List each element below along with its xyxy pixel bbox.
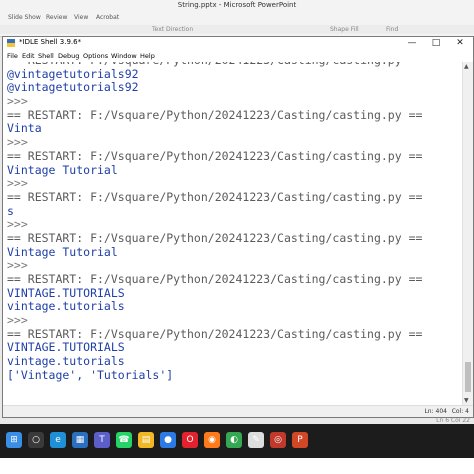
prompt-line: >>> — [7, 176, 28, 191]
restart-line: == RESTART: F:/Vsquare/Python/20241223/C… — [7, 189, 423, 204]
output-line: VINTAGE.TUTORIALS — [7, 340, 125, 355]
menu-help[interactable]: Help — [140, 52, 155, 60]
scroll-up-icon[interactable]: ▲ — [464, 63, 469, 70]
ribbon-find[interactable]: Find — [386, 26, 398, 33]
menu-file[interactable]: File — [7, 52, 18, 60]
idle-window-title: *IDLE Shell 3.9.6* — [19, 38, 82, 46]
scroll-down-icon[interactable]: ▼ — [464, 397, 469, 404]
output-line: vintage.tutorials — [7, 354, 125, 369]
store-icon[interactable]: ▦ — [72, 432, 88, 448]
edge-icon[interactable]: e — [50, 432, 66, 448]
restart-line: == RESTART: F:/Vsquare/Python/20241223/C… — [7, 107, 423, 122]
ribbon-text-direction[interactable]: Text Direction — [152, 26, 193, 33]
status-column-number: Col: 4 — [451, 408, 469, 415]
restart-line: == RESTART: F:/Vsquare/Python/20241223/C… — [7, 272, 423, 286]
ribbon-tab-slide-show[interactable]: Slide Show — [8, 14, 41, 21]
menu-window[interactable]: Window — [111, 52, 137, 60]
scroll-thumb[interactable] — [465, 362, 471, 392]
shell-lines: == RESTART: F:/Vsquare/Python/20241223/C… — [7, 62, 422, 383]
chrome-blue-icon[interactable]: ● — [160, 432, 176, 448]
restart-line: == RESTART: F:/Vsquare/Python/20241223/C… — [7, 326, 423, 341]
idle-icon[interactable]: ✎ — [248, 432, 264, 448]
opera-icon[interactable]: O — [182, 432, 198, 448]
whatsapp-icon[interactable]: ☎ — [116, 432, 132, 448]
vertical-scrollbar[interactable]: ▲ ▼ — [462, 62, 473, 405]
prompt-line: >>> — [7, 313, 28, 328]
output-line: Vintage Tutorial — [7, 162, 118, 177]
menu-debug[interactable]: Debug — [58, 52, 79, 60]
windows-start-icon[interactable]: ⊞ — [6, 432, 22, 448]
prompt-line: >>> — [7, 217, 28, 232]
powerpoint-icon[interactable]: P — [292, 432, 308, 448]
close-button[interactable]: ✕ — [449, 37, 471, 50]
prompt-line: >>> — [7, 94, 28, 109]
output-line: vintage.tutorials — [7, 299, 125, 314]
menu-edit[interactable]: Edit — [22, 52, 35, 60]
output-line: s — [7, 203, 14, 218]
output-line: Vintage Tutorial — [7, 244, 118, 259]
idle-menu-bar: File Edit Shell Debug Options Window Hel… — [3, 51, 473, 61]
output-line: VINTAGE.TUTORIALS — [7, 285, 125, 300]
output-line: @vintagetutorials92 — [7, 66, 139, 81]
ribbon-tab-review[interactable]: Review — [46, 14, 67, 21]
output-line: Vinta — [7, 121, 42, 136]
file-explorer-icon[interactable]: ▤ — [138, 432, 154, 448]
powerpoint-ribbon-underlay: Text Direction Shape Fill Find — [0, 25, 474, 34]
powerpoint-title: String.pptx - Microsoft PowerPoint — [177, 1, 297, 9]
powerpoint-ribbon: Slide Show Review View Acrobat — [0, 14, 474, 24]
restart-line: == RESTART: F:/Vsquare/Python/20241223/C… — [7, 148, 423, 163]
restart-line: == RESTART: F:/Vsquare/Python/20241223/C… — [7, 230, 423, 245]
status-line-number: Ln: 404 — [424, 408, 447, 415]
idle-shell-window: *IDLE Shell 3.9.6* — □ ✕ File Edit Shell… — [2, 36, 474, 418]
ribbon-tab-view[interactable]: View — [74, 14, 88, 21]
idle-title-bar[interactable]: *IDLE Shell 3.9.6* — □ ✕ — [3, 37, 473, 50]
menu-shell[interactable]: Shell — [38, 52, 54, 60]
chrome-icon[interactable]: ◐ — [226, 432, 242, 448]
output-line: @vintagetutorials92 — [7, 80, 139, 95]
search-icon[interactable]: ○ — [28, 432, 44, 448]
powerpoint-status-underlay: Ln 6 Col 22 — [436, 417, 470, 424]
camera-icon[interactable]: ◎ — [270, 432, 286, 448]
menu-options[interactable]: Options — [83, 52, 108, 60]
firefox-icon[interactable]: ◉ — [204, 432, 220, 448]
idle-status-bar: Ln: 404 Col: 4 — [3, 405, 473, 417]
ribbon-tab-acrobat[interactable]: Acrobat — [96, 14, 119, 21]
prompt-line: >>> — [7, 135, 28, 150]
teams-icon[interactable]: T — [94, 432, 110, 448]
powerpoint-window-bar: String.pptx - Microsoft PowerPoint Slide… — [0, 0, 474, 37]
python-idle-icon — [7, 39, 15, 47]
minimize-button[interactable]: — — [401, 37, 423, 50]
prompt-line: >>> — [7, 258, 28, 273]
maximize-button[interactable]: □ — [425, 37, 447, 50]
output-line: ['Vintage', 'Tutorials'] — [7, 367, 174, 382]
ribbon-shape-fill[interactable]: Shape Fill — [330, 26, 359, 33]
bottom-strip — [0, 458, 474, 474]
shell-output-area[interactable]: == RESTART: F:/Vsquare/Python/20241223/C… — [3, 62, 463, 405]
windows-taskbar: ⊞ ○ e ▦ T ☎ ▤ ● O ◉ ◐ ✎ ◎ P — [0, 424, 474, 458]
